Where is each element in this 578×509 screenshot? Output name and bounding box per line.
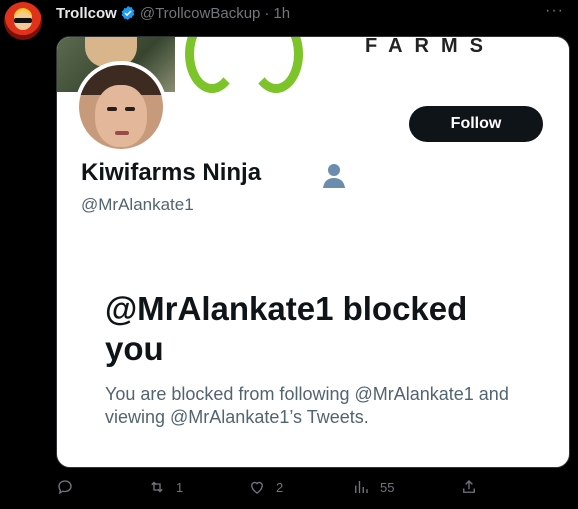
retweet-icon [151,481,163,493]
blocked-description: You are blocked from following @MrAlanka… [105,384,509,427]
banner-text: FARMS [365,36,495,57]
like-count: 2 [276,479,284,495]
separator-dot: · [264,4,270,22]
profile-handle: @MrAlankate1 [81,195,194,214]
tweet-author-avatar[interactable] [4,2,42,40]
reply-button[interactable] [56,478,84,496]
pfp-eye-right [125,107,135,111]
tweet-header: Trollcow @TrollcowBackup · 1h [56,4,290,22]
profile-picture [75,61,167,153]
retweet-button[interactable]: 1 [148,478,183,496]
retweet-count: 1 [176,479,184,495]
verified-badge-icon [121,6,135,20]
tweet-actions: 1 2 55 [56,478,576,500]
reply-icon [58,480,72,495]
tweet-time[interactable]: 1h [273,5,290,22]
pfp-mouth [115,131,129,135]
author-handle[interactable]: @TrollcowBackup [140,5,261,22]
views-icon [355,481,368,493]
view-count: 55 [380,479,395,495]
like-button[interactable]: 2 [248,478,283,496]
profile-name: Kiwifarms Ninja [81,159,262,186]
blocked-title: @MrAlankate1 blocked you [105,290,468,367]
more-icon[interactable]: ··· [545,2,564,20]
share-icon [463,480,475,493]
kiwi-leaf-left [185,37,239,93]
kiwi-leaf-right [249,37,303,93]
pfp-eye-left [107,107,117,111]
views-button[interactable]: 55 [352,478,394,496]
screenshot-card[interactable]: FARMS Follow Kiwifarms Ninja @MrAlankate… [56,36,570,468]
share-button[interactable] [460,478,478,496]
like-icon [251,481,263,494]
follow-button[interactable]: Follow [409,106,543,142]
person-icon [323,164,345,188]
author-name[interactable]: Trollcow [56,5,117,22]
avatar-sunglasses [14,18,32,23]
pfp-face [95,85,147,147]
